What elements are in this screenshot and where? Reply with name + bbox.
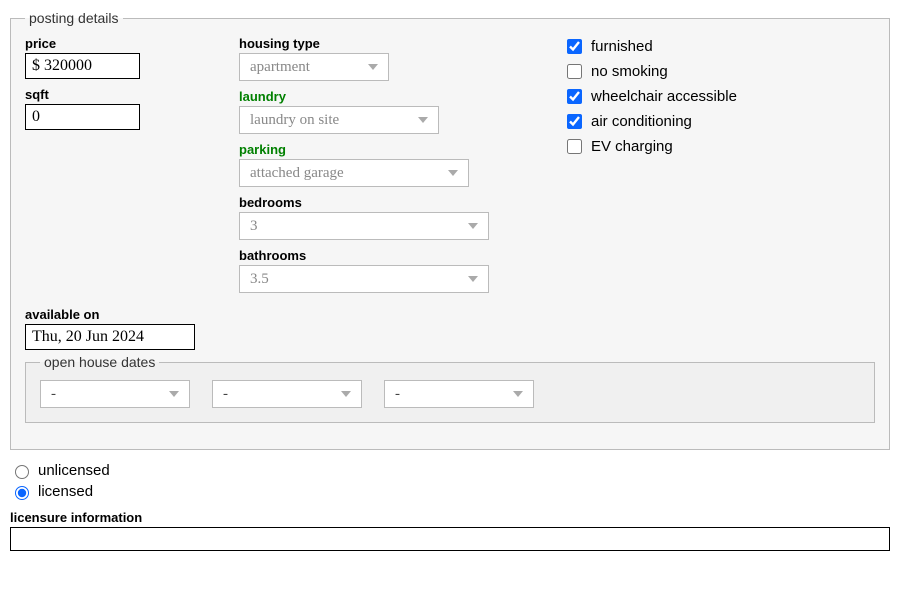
licensure-info-input[interactable] [10,527,890,551]
posting-details-legend: posting details [25,10,123,26]
laundry-label: laundry [239,89,539,104]
open-house-fieldset: open house dates - - - [25,354,875,423]
ev-label: EV charging [591,138,673,155]
chevron-down-icon [468,276,478,282]
open-house-slot-3[interactable]: - [384,380,534,408]
bathrooms-value: 3.5 [250,271,269,288]
ac-row[interactable]: air conditioning [563,111,875,132]
chevron-down-icon [341,391,351,397]
open-house-legend: open house dates [40,354,159,370]
ev-row[interactable]: EV charging [563,136,875,157]
open-house-slot-1-value: - [51,386,56,403]
bedrooms-label: bedrooms [239,195,539,210]
chevron-down-icon [169,391,179,397]
sqft-input[interactable] [25,104,140,130]
chevron-down-icon [468,223,478,229]
parking-label: parking [239,142,539,157]
ac-label: air conditioning [591,113,692,130]
chevron-down-icon [418,117,428,123]
furnished-label: furnished [591,38,653,55]
open-house-slot-2-value: - [223,386,228,403]
chevron-down-icon [513,391,523,397]
sqft-label: sqft [25,87,215,102]
housing-type-label: housing type [239,36,539,51]
parking-select[interactable]: attached garage [239,159,469,187]
bathrooms-label: bathrooms [239,248,539,263]
bedrooms-select[interactable]: 3 [239,212,489,240]
ev-checkbox[interactable] [567,139,582,154]
licensed-label: licensed [38,483,93,500]
unlicensed-row[interactable]: unlicensed [10,462,890,479]
unlicensed-label: unlicensed [38,462,110,479]
wheelchair-label: wheelchair accessible [591,88,737,105]
bedrooms-value: 3 [250,218,258,235]
price-label: price [25,36,215,51]
bathrooms-select[interactable]: 3.5 [239,265,489,293]
chevron-down-icon [368,64,378,70]
housing-type-value: apartment [250,59,310,76]
open-house-slot-1[interactable]: - [40,380,190,408]
wheelchair-checkbox[interactable] [567,89,582,104]
parking-value: attached garage [250,165,344,182]
furnished-checkbox[interactable] [567,39,582,54]
posting-details-fieldset: posting details price sqft housing type … [10,10,890,450]
ac-checkbox[interactable] [567,114,582,129]
price-input[interactable] [25,53,140,79]
no-smoking-row[interactable]: no smoking [563,61,875,82]
chevron-down-icon [448,170,458,176]
available-on-label: available on [25,307,875,322]
licensure-info-label: licensure information [10,510,890,525]
unlicensed-radio[interactable] [15,465,29,479]
furnished-row[interactable]: furnished [563,36,875,57]
laundry-value: laundry on site [250,112,339,129]
housing-type-select[interactable]: apartment [239,53,389,81]
no-smoking-checkbox[interactable] [567,64,582,79]
laundry-select[interactable]: laundry on site [239,106,439,134]
open-house-slot-3-value: - [395,386,400,403]
wheelchair-row[interactable]: wheelchair accessible [563,86,875,107]
no-smoking-label: no smoking [591,63,668,80]
open-house-slot-2[interactable]: - [212,380,362,408]
available-on-input[interactable] [25,324,195,350]
licensed-radio[interactable] [15,486,29,500]
licensed-row[interactable]: licensed [10,483,890,500]
